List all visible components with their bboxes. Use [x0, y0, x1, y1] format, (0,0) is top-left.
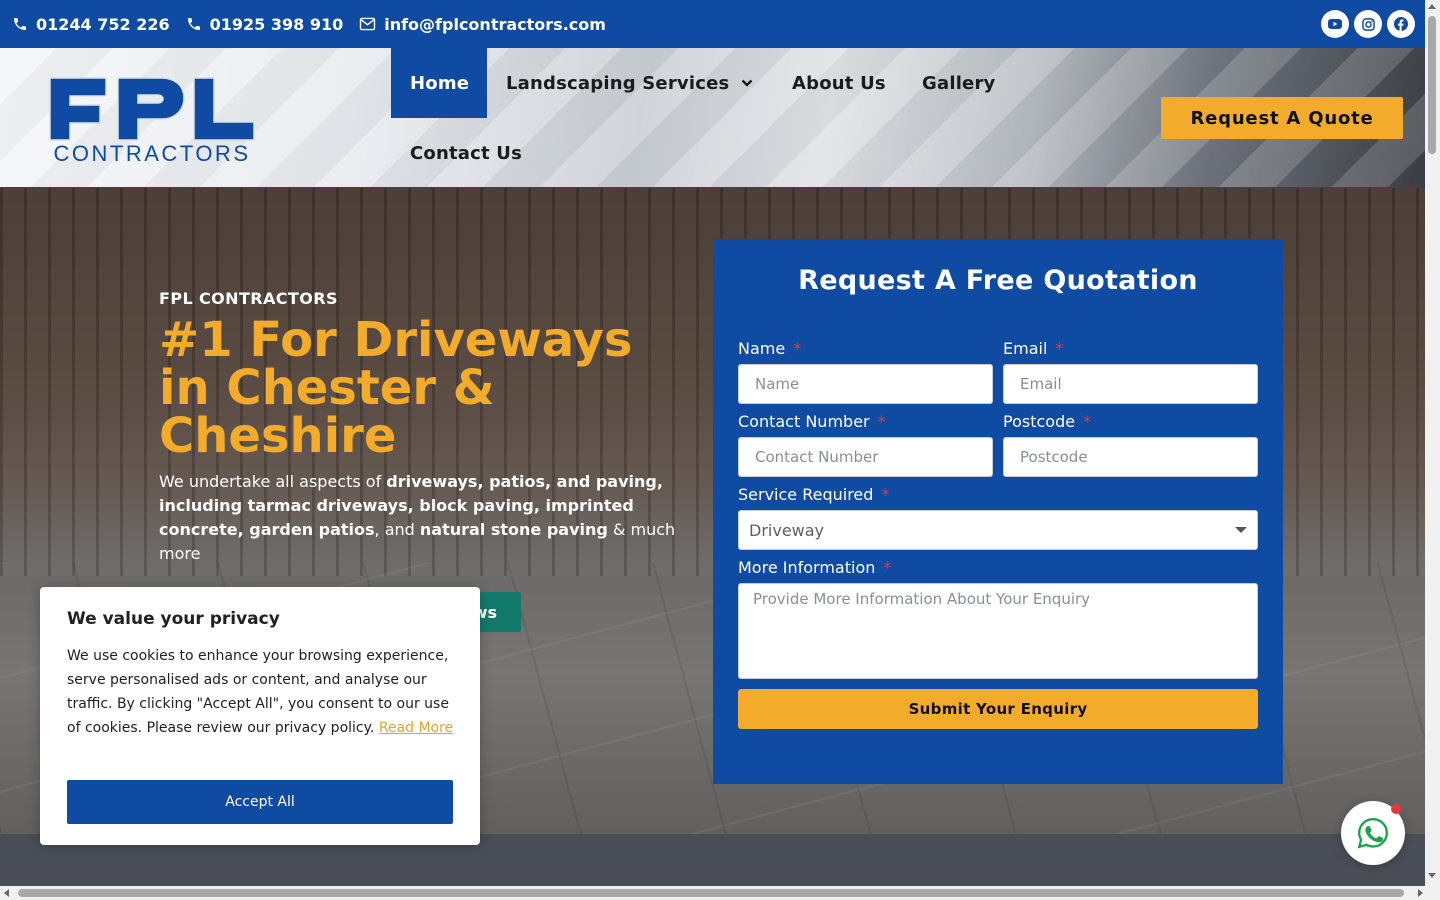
read-more-link[interactable]: Read More: [379, 720, 453, 736]
cookie-consent-banner: We value your privacy We use cookies to …: [40, 587, 480, 845]
whatsapp-icon: [1357, 818, 1388, 849]
nav-gallery-label: Gallery: [922, 72, 996, 94]
nav-contact-us[interactable]: Contact Us: [391, 118, 541, 187]
chevron-down-icon: [742, 79, 753, 87]
postcode-field[interactable]: Postcode: [1003, 437, 1258, 477]
email-address: info@fplcontractors.com: [384, 14, 606, 34]
envelope-icon: [360, 17, 376, 31]
vertical-scroll-thumb[interactable]: [1428, 16, 1436, 154]
phone-number-1: 01244 752 226: [36, 14, 170, 34]
quote-form: Request A Free Quotation Name * Name Emai…: [713, 239, 1283, 784]
phone-icon: [14, 18, 26, 30]
horizontal-scrollbar[interactable]: [0, 886, 1440, 900]
hero-description: We undertake all aspects of driveways, p…: [159, 472, 676, 563]
fpl-logo[interactable]: CONTRACTORS: [48, 76, 256, 164]
social-links: [1321, 10, 1415, 38]
email-link[interactable]: info@fplcontractors.com: [359, 15, 606, 34]
scroll-down-arrow-icon[interactable]: [1428, 873, 1436, 878]
youtube-icon[interactable]: [1321, 10, 1349, 38]
service-select[interactable]: Driveway: [738, 510, 1258, 550]
horizontal-scroll-thumb[interactable]: [18, 889, 1404, 897]
postcode-label: Postcode *: [1003, 412, 1092, 431]
caret-down-icon: [1235, 527, 1247, 533]
more-info-textarea[interactable]: Provide More Information About Your Enqu…: [738, 583, 1258, 679]
nav-about-us[interactable]: About Us: [773, 48, 905, 118]
nav-about-label: About Us: [792, 72, 886, 94]
hero-title: #1 For Driveways in Chester & Cheshire: [159, 312, 633, 464]
notification-dot: [1391, 804, 1401, 814]
phone-link-2[interactable]: 01925 398 910: [186, 14, 344, 34]
scroll-up-arrow-icon[interactable]: [1428, 4, 1436, 9]
service-select-value: Driveway: [749, 520, 825, 540]
whatsapp-button[interactable]: [1341, 801, 1405, 865]
request-quote-button[interactable]: Request A Quote: [1161, 97, 1403, 139]
email-label: Email *: [1003, 339, 1064, 358]
cookie-text: We use cookies to enhance your browsing …: [67, 648, 454, 736]
contact-number-field[interactable]: Contact Number: [738, 437, 993, 477]
email-field[interactable]: Email: [1003, 364, 1258, 404]
hero-kicker: FPL CONTRACTORS: [159, 289, 338, 308]
accept-all-button[interactable]: Accept All: [67, 780, 453, 824]
scroll-right-arrow-icon[interactable]: [1418, 889, 1423, 897]
service-label: Service Required *: [738, 485, 890, 504]
phone-icon: [187, 18, 200, 30]
submit-enquiry-button[interactable]: Submit Your Enquiry: [738, 689, 1258, 729]
site-header: CONTRACTORS Home Landscaping Services Ab…: [0, 48, 1425, 188]
nav-home-label: Home: [410, 72, 470, 94]
phone-link-1[interactable]: 01244 752 226: [12, 15, 170, 34]
name-field[interactable]: Name: [738, 364, 993, 404]
svg-text:CONTRACTORS: CONTRACTORS: [54, 141, 251, 164]
contact-number-label: Contact Number *: [738, 412, 886, 431]
vertical-scrollbar[interactable]: [1425, 0, 1440, 886]
nav-landscaping-services[interactable]: Landscaping Services: [487, 48, 772, 118]
phone-number-2: 01925 398 910: [209, 14, 344, 34]
more-info-label: More Information *: [738, 558, 892, 577]
nav-contact-label: Contact Us: [410, 142, 523, 164]
top-contact-bar: 01244 752 226 01925 398 910 info@fplcont…: [0, 0, 1425, 48]
nav-gallery[interactable]: Gallery: [903, 48, 1014, 118]
form-title: Request A Free Quotation: [798, 265, 1198, 296]
nav-landscaping-label: Landscaping Services: [506, 72, 730, 94]
scroll-left-arrow-icon[interactable]: [4, 889, 9, 897]
instagram-icon[interactable]: [1354, 10, 1382, 38]
nav-home[interactable]: Home: [391, 48, 487, 118]
cookie-title: We value your privacy: [67, 609, 280, 629]
name-label: Name *: [738, 339, 802, 358]
facebook-icon[interactable]: [1387, 10, 1415, 38]
